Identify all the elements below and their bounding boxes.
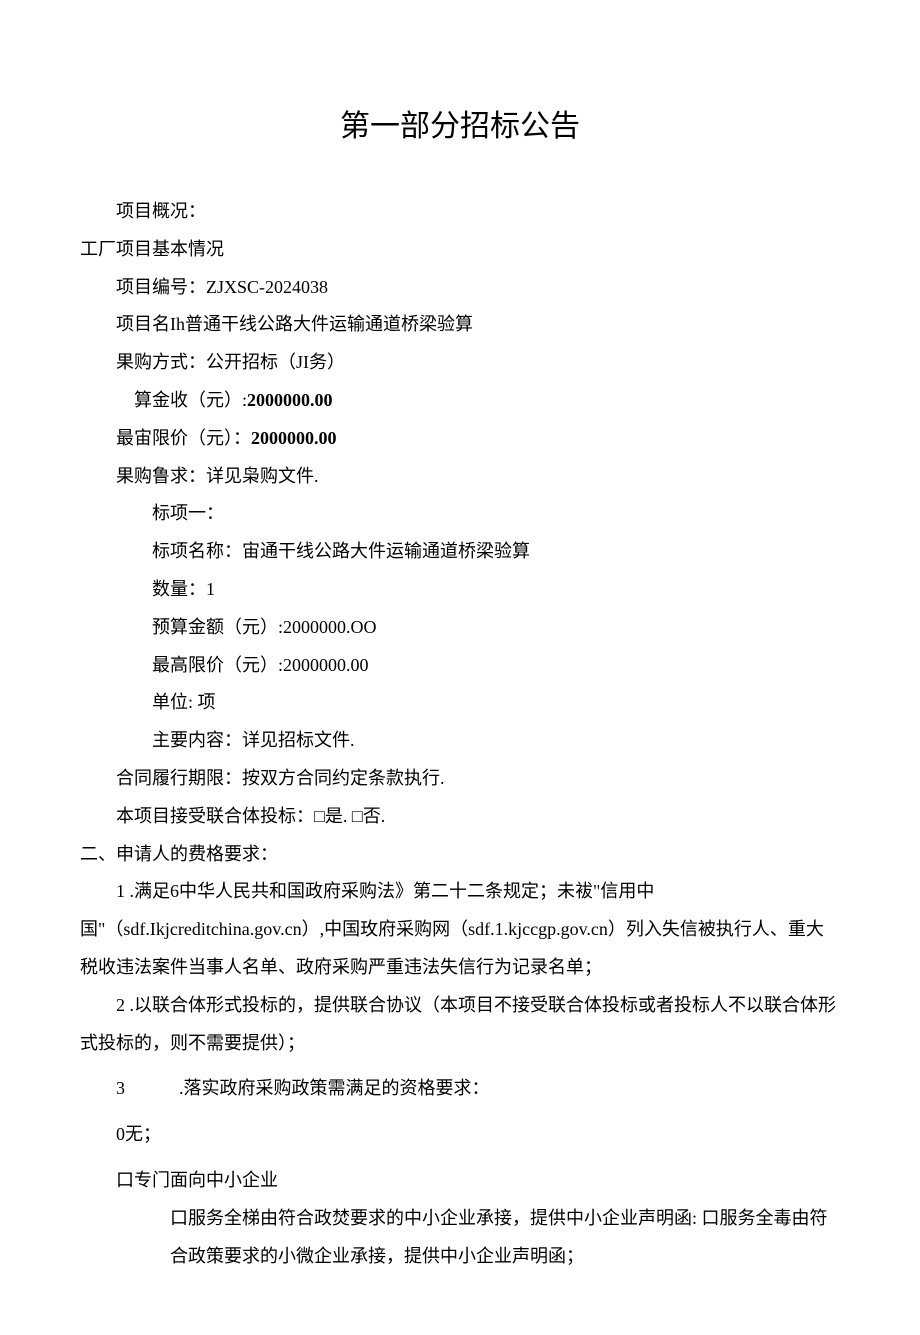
lot-unit-line: 单位: 项 [80, 684, 840, 722]
max-price-value: 2000000.00 [251, 428, 337, 448]
lot-budget-line: 预算金额（元）:2000000.OO [80, 609, 840, 647]
procurement-method-line: 果购方式：公开招标（JI务） [80, 344, 840, 382]
requirement-3-sme-body: 口服务全梯由符合政焚要求的中小企业承接，提供中小企业声明函: 口服务全毒由符合政… [80, 1200, 840, 1276]
lot-quantity-line: 数量：1 [80, 571, 840, 609]
max-price-label: 最宙限价（元）： [116, 428, 251, 448]
project-number-label: 项目编号： [116, 277, 206, 297]
requirement-3-sme-heading: 口专门面向中小企业 [80, 1162, 840, 1200]
project-number: 项目编号：ZJXSC-2024038 [80, 269, 840, 307]
requirement-3-none: 0无； [80, 1116, 840, 1154]
project-name-line: 项目名Ih普通干线公路大件运输通道桥梁验算 [80, 306, 840, 344]
overview-label: 项目概况： [80, 193, 840, 231]
budget-label: 算金收（元）: [134, 390, 247, 410]
requirement-1: 1 .满足6中华人民共和国政府采购法》第二十二条规定；未袚"信用中国"（sdf.… [80, 873, 840, 986]
requirement-3-number: 3 [116, 1078, 125, 1098]
project-number-value: ZJXSC-2024038 [206, 277, 328, 297]
document-page: 第一部分招标公告 项目概况： 工厂项目基本情况 项目编号：ZJXSC-20240… [0, 0, 920, 1335]
consortium-line: 本项目接受联合体投标：□是. □否. [80, 798, 840, 836]
max-price-line: 最宙限价（元）：2000000.00 [80, 420, 840, 458]
page-title: 第一部分招标公告 [80, 95, 840, 158]
lot-name-line: 标项名称：宙通干线公路大件运输通道桥梁验算 [80, 533, 840, 571]
requirement-3-text: .落实政府采购政策需满足的资格要求： [179, 1078, 490, 1098]
lot-max-price-line: 最高限价（元）:2000000.00 [80, 647, 840, 685]
requirement-3: 3 .落实政府采购政策需满足的资格要求： [80, 1070, 840, 1108]
budget-value: 2000000.00 [247, 390, 333, 410]
budget-line: 算金收（元）:2000000.00 [80, 382, 840, 420]
lot-content-line: 主要内容：详见招标文件. [80, 722, 840, 760]
lot-heading: 标项一： [80, 495, 840, 533]
section-1-heading: 工厂项目基本情况 [80, 231, 840, 269]
contract-period-line: 合同履行期限：按双方合同约定条款执行. [80, 760, 840, 798]
requirement-line: 果购鲁求：详见枭购文件. [80, 458, 840, 496]
section-2-heading: 二、申请人的费格要求： [80, 836, 840, 874]
requirement-2: 2 .以联合体形式投标的，提供联合协议（本项目不接受联合体投标或者投标人不以联合… [80, 987, 840, 1063]
